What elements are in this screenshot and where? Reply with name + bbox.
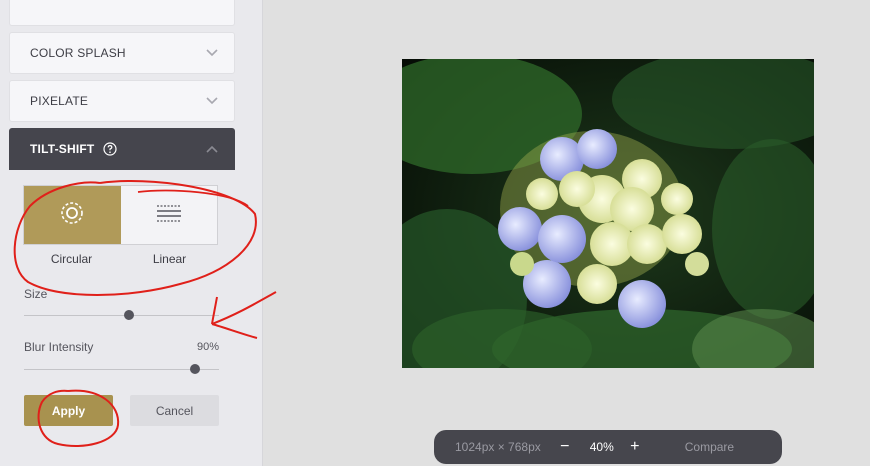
linear-mode-label: Linear [152, 252, 187, 266]
circular-icon [60, 201, 84, 230]
blur-intensity-slider[interactable] [24, 364, 219, 374]
zoom-out-button[interactable]: − [559, 438, 571, 456]
image-dimensions: 1024px × 768px [455, 440, 541, 454]
accordion-label: COLOR SPLASH [30, 46, 126, 60]
blur-intensity-label: Blur Intensity [24, 340, 94, 354]
accordion-label: PIXELATE [30, 94, 89, 108]
sidebar: COLOR SPLASH PIXELATE TILT-SHIFT Circula… [0, 0, 263, 466]
accordion-label: TILT-SHIFT [30, 142, 95, 156]
size-label: Size [24, 287, 48, 301]
accordion-tilt-shift[interactable]: TILT-SHIFT [9, 128, 235, 170]
apply-button[interactable]: Apply [24, 395, 113, 426]
circular-mode-label: Circular [50, 252, 93, 266]
blur-mode-selector [23, 185, 218, 245]
size-slider-thumb[interactable] [124, 310, 135, 320]
blur-intensity-slider-thumb[interactable] [189, 364, 200, 374]
accordion-color-splash[interactable]: COLOR SPLASH [9, 32, 235, 74]
chevron-down-icon [190, 33, 234, 73]
cancel-button[interactable]: Cancel [130, 395, 219, 426]
size-slider[interactable] [24, 310, 219, 320]
hydrangea-photo [402, 59, 814, 368]
help-icon[interactable] [103, 142, 118, 156]
zoom-level: 40% [589, 440, 614, 454]
accordion-pixelate[interactable]: PIXELATE [9, 80, 235, 122]
blur-intensity-value: 90% [196, 341, 219, 353]
zoom-toolbar: 1024px × 768px − 40% + Compare [434, 430, 782, 464]
previous-panel-edge [9, 0, 235, 26]
zoom-in-button[interactable]: + [629, 438, 641, 456]
compare-button[interactable]: Compare [685, 440, 734, 454]
linear-icon [156, 203, 182, 228]
chevron-up-icon [190, 129, 234, 169]
circular-mode-button[interactable] [24, 186, 121, 244]
linear-mode-button[interactable] [120, 186, 217, 244]
chevron-down-icon [190, 81, 234, 121]
